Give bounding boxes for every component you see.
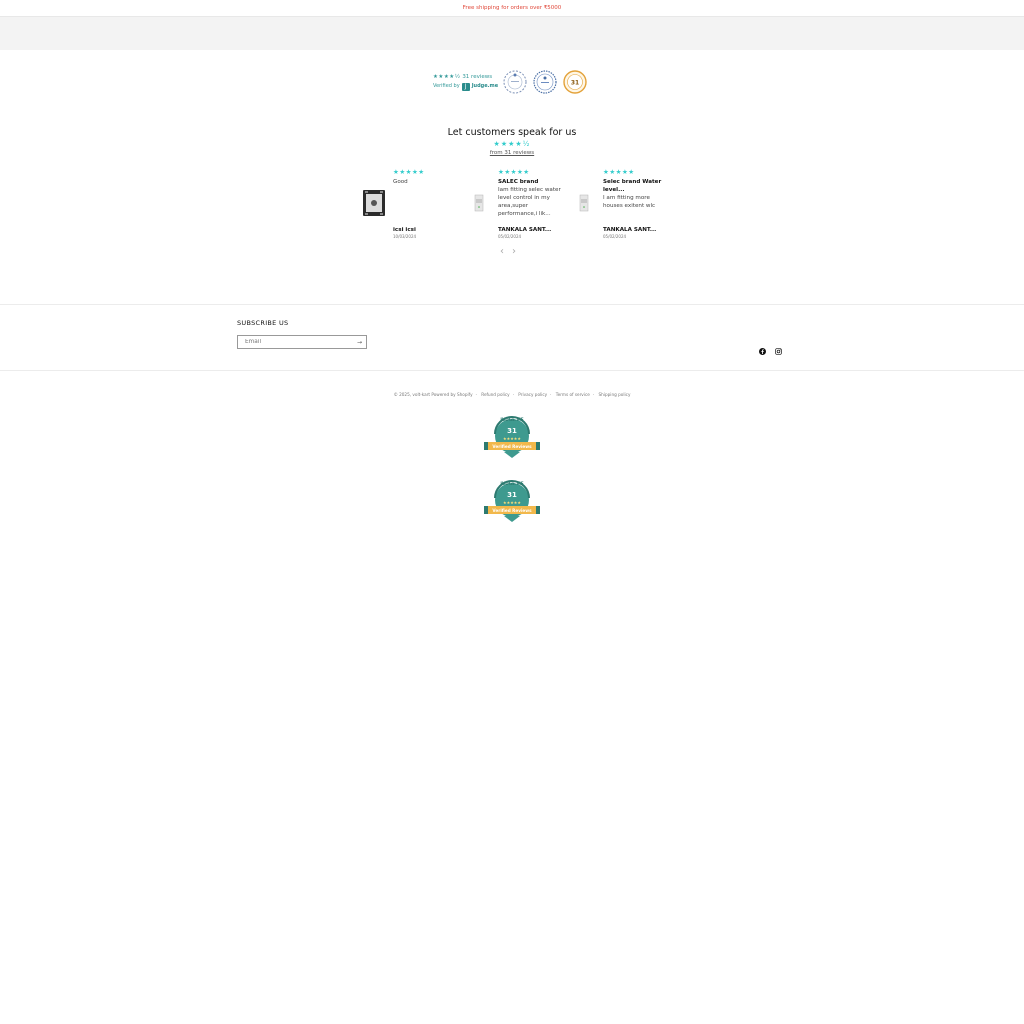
subscribe-title: SUBSCRIBE US <box>237 319 289 327</box>
carousel-rating-stars: ★★★★½ <box>493 140 531 148</box>
review-date: 05/02/2024 <box>603 234 627 239</box>
header-band <box>0 17 1024 50</box>
judgeme-label: Judge.me <box>471 83 499 89</box>
review-stars: ★★★★★ <box>393 168 425 176</box>
badge-stars: ★★★★★ <box>503 500 521 505</box>
review-title: Selec brand Water level... <box>603 179 662 193</box>
review-date: 10/03/2024 <box>393 234 417 239</box>
announcement-text: Free shipping for orders over ₹5000 <box>462 5 562 11</box>
badge-count: 31 <box>507 491 517 499</box>
terms-of-service-link[interactable]: Terms of service <box>556 392 590 397</box>
social-links <box>759 340 782 355</box>
copyright-text[interactable]: © 2025, volt-kart Powered by Shopify <box>394 392 473 397</box>
blue-medal-icon[interactable] <box>532 69 558 95</box>
reviewer-name: icsi icsi <box>393 227 416 233</box>
badge-top-text: JUDGE.ME <box>499 417 523 422</box>
footer-divider-2 <box>0 370 1024 371</box>
privacy-policy-link[interactable]: Privacy policy <box>518 392 547 397</box>
review-body: ★★★★★ SALEC brand Iam fitting selec wate… <box>498 168 564 218</box>
shipping-policy-link[interactable]: Shipping policy <box>599 392 631 397</box>
legal-links: © 2025, volt-kart Powered by Shopify · Re… <box>393 392 631 397</box>
review-body: ★★★★★ Selec brand Water level... I am fi… <box>603 168 669 210</box>
judgeme-logo-icon: J <box>461 82 470 91</box>
judgeme-verified-badge-2[interactable]: JUDGE.ME 31 ★★★★★ Verified Reviews <box>484 478 540 526</box>
reviewer-name: TANKALA SANT... <box>498 227 552 233</box>
facebook-icon[interactable] <box>759 340 766 355</box>
carousel-prev-icon[interactable]: ‹ <box>500 246 504 257</box>
badge-ribbon-text: Verified Reviews <box>492 508 532 513</box>
badge-count: 31 <box>507 427 517 435</box>
review-text: I am fitting more houses exitent wlc <box>603 195 656 209</box>
review-stars: ★★★★★ <box>498 168 530 176</box>
rating-stars: ★★★★½ <box>433 74 461 80</box>
silver-laurel-medal-icon[interactable] <box>502 69 528 95</box>
gold-medal-count: 31 <box>571 80 579 87</box>
carousel-arrows: ‹ › <box>500 246 516 257</box>
review-product-thumbnail[interactable] <box>466 188 492 218</box>
review-card[interactable]: ★★★★★ SALEC brand Iam fitting selec wate… <box>466 168 566 243</box>
reviews-badge-row[interactable]: ★★★★½ 31 reviews Verified by J Judge.me … <box>433 69 588 95</box>
review-product-thumbnail[interactable] <box>361 188 387 218</box>
submit-arrow-icon[interactable]: → <box>357 339 362 346</box>
badge-top-text: JUDGE.ME <box>499 481 523 486</box>
review-card[interactable]: ★★★★★ Good icsi icsi 10/03/2024 <box>361 168 461 243</box>
carousel-title: Let customers speak for us <box>447 127 577 138</box>
email-field[interactable] <box>245 339 345 345</box>
carousel-next-icon[interactable]: › <box>512 246 516 257</box>
instagram-icon[interactable] <box>775 340 782 355</box>
gold-medal-icon[interactable]: 31 <box>562 69 588 95</box>
verified-by-label: Verified by <box>433 83 460 89</box>
judgeme-verified-badge[interactable]: JUDGE.ME 31 ★★★★★ Verified Reviews <box>484 414 540 462</box>
reviewer-name: TANKALA SANT... <box>603 227 657 233</box>
refund-policy-link[interactable]: Refund policy <box>481 392 509 397</box>
review-stars: ★★★★★ <box>603 168 635 176</box>
reviews-count-link[interactable]: 31 reviews <box>462 74 492 80</box>
announcement-bar: Free shipping for orders over ₹5000 <box>0 0 1024 17</box>
review-text: Iam fitting selec water level control in… <box>498 187 561 217</box>
review-card[interactable]: ★★★★★ Selec brand Water level... I am fi… <box>571 168 671 243</box>
footer-divider <box>0 304 1024 305</box>
email-field-wrapper[interactable]: → <box>237 335 367 349</box>
review-body: ★★★★★ Good <box>393 168 459 186</box>
review-product-thumbnail[interactable] <box>571 188 597 218</box>
review-date: 05/02/2024 <box>498 234 522 239</box>
badge-ribbon-text: Verified Reviews <box>492 444 532 449</box>
review-title: SALEC brand <box>498 179 539 185</box>
verified-by: Verified by J Judge.me <box>433 82 498 91</box>
review-text: Good <box>393 179 408 185</box>
badge-stars: ★★★★★ <box>503 436 521 441</box>
carousel-from-link[interactable]: from 31 reviews <box>0 150 1024 156</box>
reviews-summary[interactable]: ★★★★½ 31 reviews Verified by J Judge.me <box>433 73 498 91</box>
